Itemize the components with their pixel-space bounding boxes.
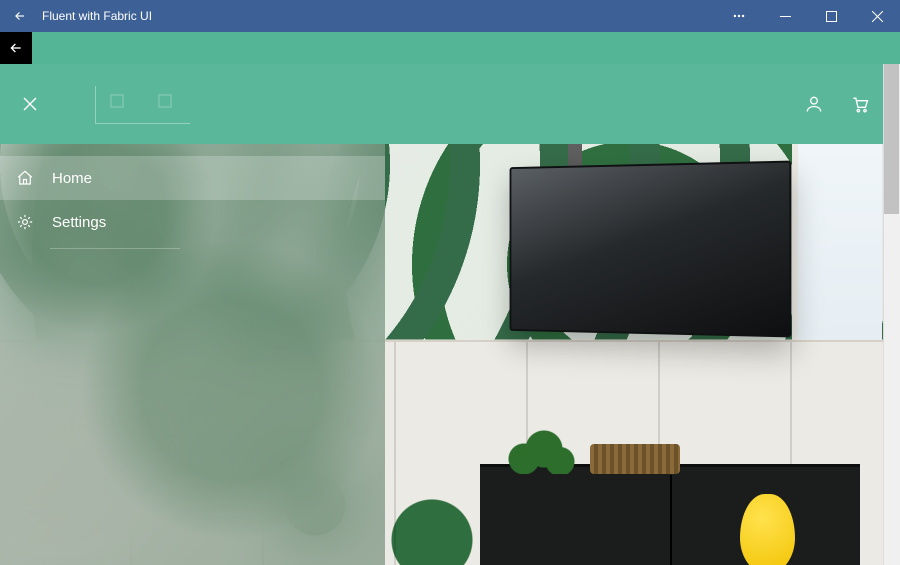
yellow-vase: [740, 494, 795, 565]
nav-list: Home Settings: [0, 156, 385, 249]
cart-icon: [850, 94, 870, 114]
window-titlebar: Fluent with Fabric UI: [0, 0, 900, 32]
titlebar-more-button[interactable]: [716, 0, 762, 32]
potted-plant: [500, 424, 580, 474]
nav-separator: [50, 248, 180, 249]
arrow-left-icon: [8, 40, 24, 56]
nav-item-settings[interactable]: Settings: [0, 200, 385, 244]
close-button[interactable]: [854, 0, 900, 32]
nav-item-home[interactable]: Home: [0, 156, 385, 200]
vertical-scrollbar[interactable]: [883, 64, 900, 565]
close-icon: [872, 11, 883, 22]
more-icon: [732, 9, 746, 23]
home-icon: [16, 169, 34, 187]
nav-item-label: Settings: [52, 214, 106, 231]
close-icon: [23, 97, 37, 111]
ghost-icon: [156, 92, 174, 110]
maximize-button[interactable]: [808, 0, 854, 32]
content-area: Home Settings: [0, 64, 900, 565]
account-button[interactable]: [791, 64, 837, 144]
arrow-left-icon: [13, 9, 27, 23]
app-back-button[interactable]: [0, 32, 32, 64]
cart-button[interactable]: [837, 64, 883, 144]
app-back-bar: [0, 32, 900, 64]
minimize-button[interactable]: [762, 0, 808, 32]
titlebar-back-button[interactable]: [0, 0, 40, 32]
person-icon: [804, 94, 824, 114]
ghost-icon: [108, 92, 126, 110]
maximize-icon: [826, 11, 837, 22]
scrollbar-thumb[interactable]: [884, 64, 899, 214]
tv-cabinet: [480, 464, 860, 565]
nav-item-label: Home: [52, 170, 92, 187]
wall-tv: [510, 161, 792, 338]
gear-icon: [16, 213, 34, 231]
command-bar-ghost-controls: [95, 86, 190, 124]
nav-close-button[interactable]: [0, 64, 60, 144]
minimize-icon: [780, 11, 791, 22]
window-title: Fluent with Fabric UI: [40, 9, 716, 23]
command-bar: [0, 64, 883, 144]
wicker-basket: [590, 444, 680, 474]
